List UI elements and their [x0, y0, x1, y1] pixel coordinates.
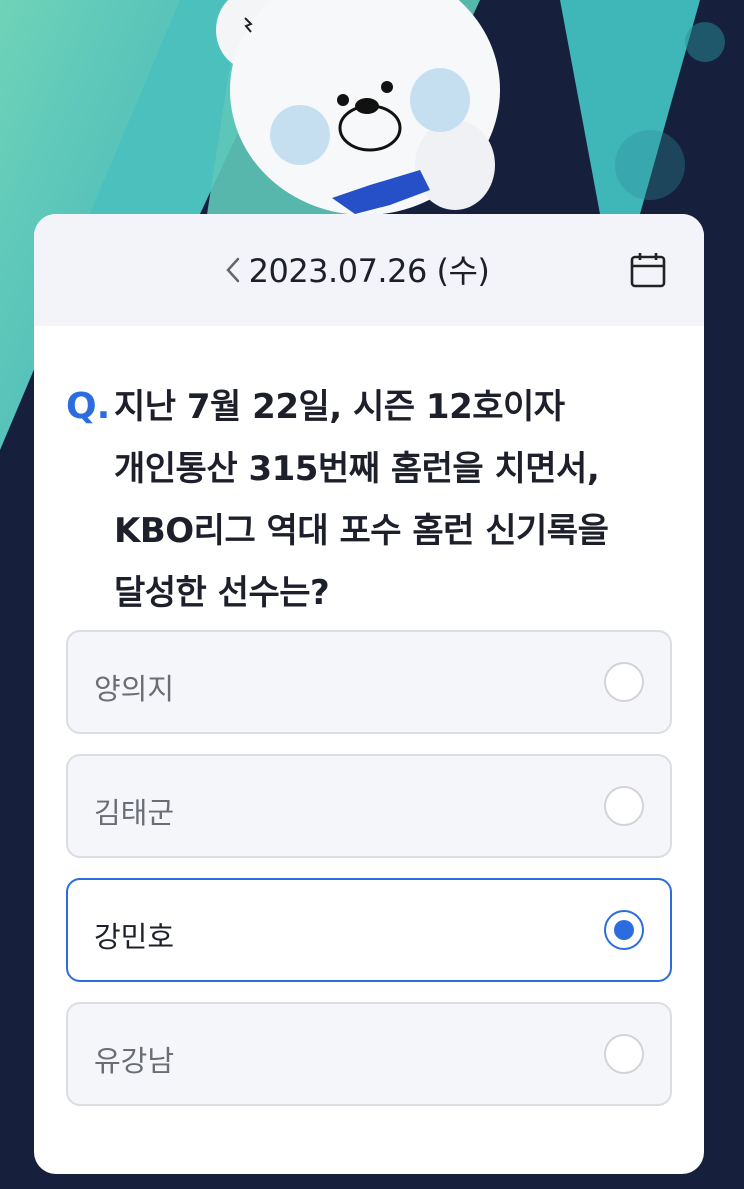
radio-button[interactable] — [604, 786, 644, 826]
option-label: 강민호 — [94, 920, 175, 954]
radio-selected-dot — [614, 920, 634, 940]
option-label: 유강남 — [94, 1044, 175, 1078]
date-header: 2023.07.26 (수) — [34, 214, 704, 326]
answer-option-4[interactable]: 유강남 — [66, 1002, 672, 1106]
date-label: 2023.07.26 (수) — [248, 252, 490, 290]
calendar-button[interactable] — [628, 250, 668, 290]
answer-option-1[interactable]: 양의지 — [66, 630, 672, 734]
calendar-icon — [630, 253, 666, 288]
option-label: 김태군 — [94, 796, 175, 830]
radio-button[interactable] — [604, 1034, 644, 1074]
answer-option-2[interactable]: 김태군 — [66, 754, 672, 858]
quiz-card: 2023.07.26 (수) Q. 지난 7월 22일, 시즌 12호이자 개인… — [34, 214, 704, 1174]
question: Q. 지난 7월 22일, 시즌 12호이자 개인통산 315번째 홈런을 치면… — [66, 376, 676, 624]
option-label: 양의지 — [94, 672, 175, 706]
radio-button[interactable] — [604, 662, 644, 702]
answer-options: 양의지 김태군 강민호 유강남 — [66, 630, 672, 1126]
mascot-bear — [0, 0, 744, 240]
question-text: 지난 7월 22일, 시즌 12호이자 개인통산 315번째 홈런을 치면서, … — [114, 387, 609, 613]
answer-option-3[interactable]: 강민호 — [66, 878, 672, 982]
bear-icon — [216, 0, 500, 215]
radio-button[interactable] — [604, 910, 644, 950]
question-marker: Q. — [66, 386, 111, 427]
